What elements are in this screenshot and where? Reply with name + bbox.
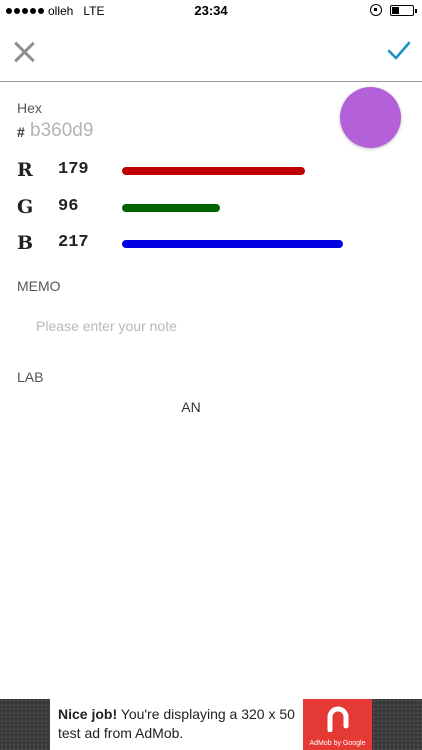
admob-brand-text: AdMob by Google bbox=[309, 740, 366, 747]
lab-value: AN bbox=[181, 399, 201, 415]
hex-hash-symbol: # bbox=[17, 124, 25, 140]
blue-value: 217 bbox=[58, 233, 89, 252]
battery-icon bbox=[390, 4, 417, 16]
blue-label: B bbox=[17, 232, 34, 254]
ad-banner: Nice job! You're displaying a 320 x 50 t… bbox=[0, 699, 422, 750]
green-value: 96 bbox=[58, 197, 79, 216]
hex-input[interactable] bbox=[30, 118, 230, 144]
blue-slider-fill bbox=[122, 240, 343, 248]
status-time: 23:34 bbox=[194, 3, 228, 18]
admob-icon bbox=[327, 706, 349, 732]
color-swatch bbox=[340, 87, 401, 148]
green-slider[interactable] bbox=[122, 204, 382, 212]
red-slider-fill bbox=[122, 167, 305, 175]
lab-label: LAB bbox=[17, 369, 44, 385]
red-value: 179 bbox=[58, 160, 89, 179]
admob-logo: AdMob by Google bbox=[303, 699, 372, 750]
checkmark-icon[interactable] bbox=[386, 38, 412, 64]
status-bar-right bbox=[370, 4, 417, 16]
red-slider-row: R 179 bbox=[0, 157, 422, 187]
hex-label: Hex bbox=[17, 100, 42, 116]
blue-slider-row: B 217 bbox=[0, 230, 422, 260]
test-ad[interactable]: Nice job! You're displaying a 320 x 50 t… bbox=[50, 699, 372, 750]
green-slider-fill bbox=[122, 204, 220, 212]
rotation-lock-icon bbox=[370, 4, 382, 16]
red-label: R bbox=[17, 159, 33, 181]
ad-headline: Nice job! bbox=[58, 706, 118, 722]
ad-text: Nice job! You're displaying a 320 x 50 t… bbox=[58, 705, 298, 743]
green-slider-row: G 96 bbox=[0, 194, 422, 224]
memo-input[interactable] bbox=[36, 314, 396, 338]
close-icon[interactable] bbox=[10, 38, 38, 66]
status-bar: olleh LTE 23:34 bbox=[0, 0, 422, 22]
memo-label: MEMO bbox=[17, 278, 61, 294]
blue-slider[interactable] bbox=[122, 240, 382, 248]
red-slider[interactable] bbox=[122, 167, 382, 175]
nav-bar bbox=[0, 22, 422, 82]
green-label: G bbox=[17, 196, 34, 218]
